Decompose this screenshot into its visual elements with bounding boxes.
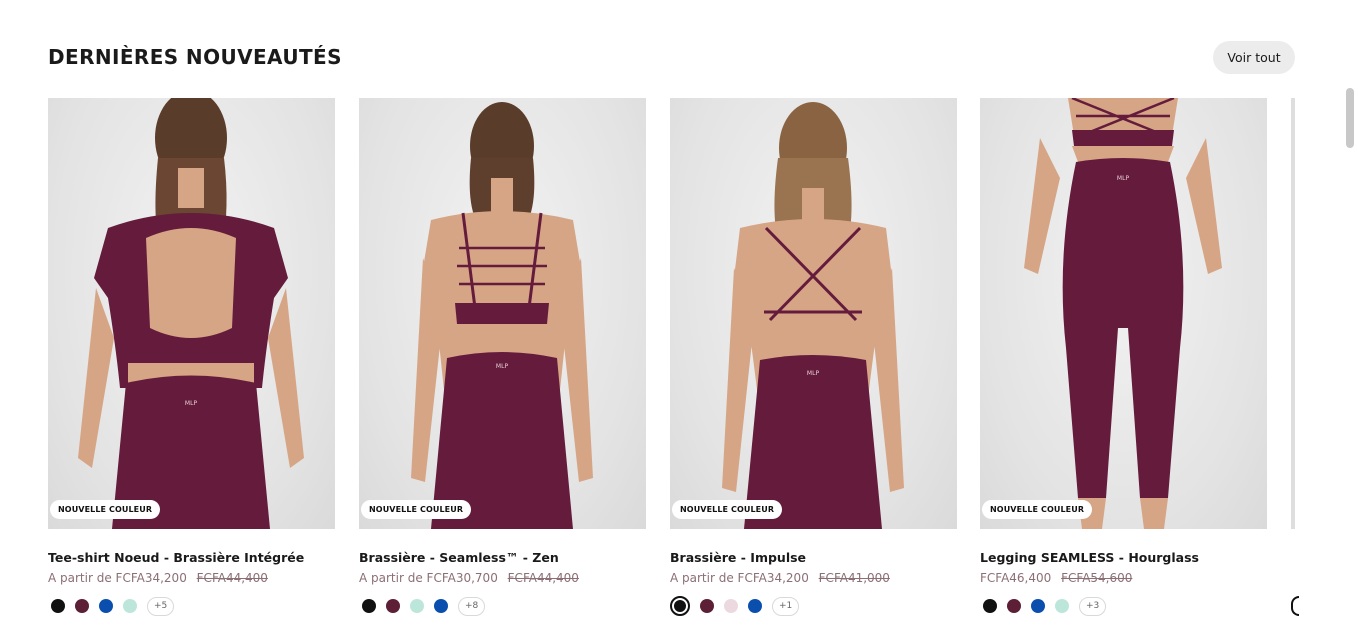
price-row: FCFA46,400 FCFA54,600 [980,571,1280,585]
color-swatches: +8 [362,596,486,616]
product-card[interactable]: MLP NOUVELLE COULEUR Legging SEAMLESS - … [980,98,1267,644]
svg-text:MLP: MLP [1117,175,1130,182]
product-card[interactable]: MLP NOUVELLE COULEUR Brassière - Impulse… [670,98,957,644]
product-image[interactable]: MLP NOUVELLE COULEUR [48,98,335,529]
old-price: FCFA44,400 [196,571,268,585]
old-price: FCFA44,400 [507,571,579,585]
more-colors-button[interactable]: +3 [1079,596,1107,616]
product-carousel: MLP NOUVELLE COULEUR Tee-shirt Noeud - B… [48,98,1358,644]
price-prefix: A partir de [48,571,112,585]
color-swatch[interactable] [51,599,65,613]
section-title: DERNIÈRES NOUVEAUTÉS [48,45,342,69]
price-row: A partir de FCFA34,200 FCFA41,000 [670,571,970,585]
product-name[interactable]: Brassière - Seamless™ - Zen [359,550,659,565]
old-price: FCFA54,600 [1061,571,1133,585]
new-color-badge: NOUVELLE COULEUR [361,500,472,519]
price: FCFA34,200 [115,571,187,585]
svg-text:MLP: MLP [185,400,198,407]
color-swatch[interactable] [748,599,762,613]
price: FCFA30,700 [426,571,498,585]
color-swatches: +1 [670,596,800,616]
color-swatch[interactable] [983,599,997,613]
svg-text:MLP: MLP [496,363,509,370]
price: FCFA34,200 [737,571,809,585]
price: FCFA46,400 [980,571,1052,585]
color-swatch[interactable] [1031,599,1045,613]
product-card[interactable]: MLP NOUVELLE COULEUR Brassière - Seamles… [359,98,646,644]
price-prefix: A partir de [359,571,423,585]
new-color-badge: NOUVELLE COULEUR [982,500,1093,519]
color-swatch[interactable] [75,599,89,613]
color-swatches: +3 [983,596,1107,616]
new-color-badge: NOUVELLE COULEUR [50,500,161,519]
color-swatch[interactable] [700,599,714,613]
more-colors-button[interactable]: +1 [772,596,800,616]
color-swatch[interactable] [1055,599,1069,613]
next-product-swatch-partial[interactable] [1291,596,1299,616]
see-all-button[interactable]: Voir tout [1213,41,1295,74]
color-swatch[interactable] [386,599,400,613]
old-price: FCFA41,000 [818,571,890,585]
product-card[interactable]: MLP NOUVELLE COULEUR Tee-shirt Noeud - B… [48,98,335,644]
color-swatch[interactable] [724,599,738,613]
color-swatch[interactable] [362,599,376,613]
scrollbar-thumb[interactable] [1346,88,1354,148]
color-swatch[interactable] [1007,599,1021,613]
price-row: A partir de FCFA34,200 FCFA44,400 [48,571,348,585]
more-colors-button[interactable]: +5 [147,596,175,616]
price-prefix: A partir de [670,571,734,585]
product-image[interactable]: MLP NOUVELLE COULEUR [359,98,646,529]
product-image[interactable]: MLP NOUVELLE COULEUR [980,98,1267,529]
color-swatch[interactable] [123,599,137,613]
next-product-image-partial[interactable] [1291,98,1295,529]
product-name[interactable]: Tee-shirt Noeud - Brassière Intégrée [48,550,348,565]
color-swatch[interactable] [410,599,424,613]
product-name[interactable]: Legging SEAMLESS - Hourglass [980,550,1280,565]
price-row: A partir de FCFA30,700 FCFA44,400 [359,571,659,585]
color-swatches: +5 [51,596,175,616]
color-swatch[interactable] [434,599,448,613]
more-colors-button[interactable]: +8 [458,596,486,616]
svg-text:MLP: MLP [807,370,820,377]
product-name[interactable]: Brassière - Impulse [670,550,970,565]
product-image[interactable]: MLP NOUVELLE COULEUR [670,98,957,529]
new-color-badge: NOUVELLE COULEUR [672,500,783,519]
color-swatch[interactable] [99,599,113,613]
color-swatch-selected[interactable] [670,596,690,616]
